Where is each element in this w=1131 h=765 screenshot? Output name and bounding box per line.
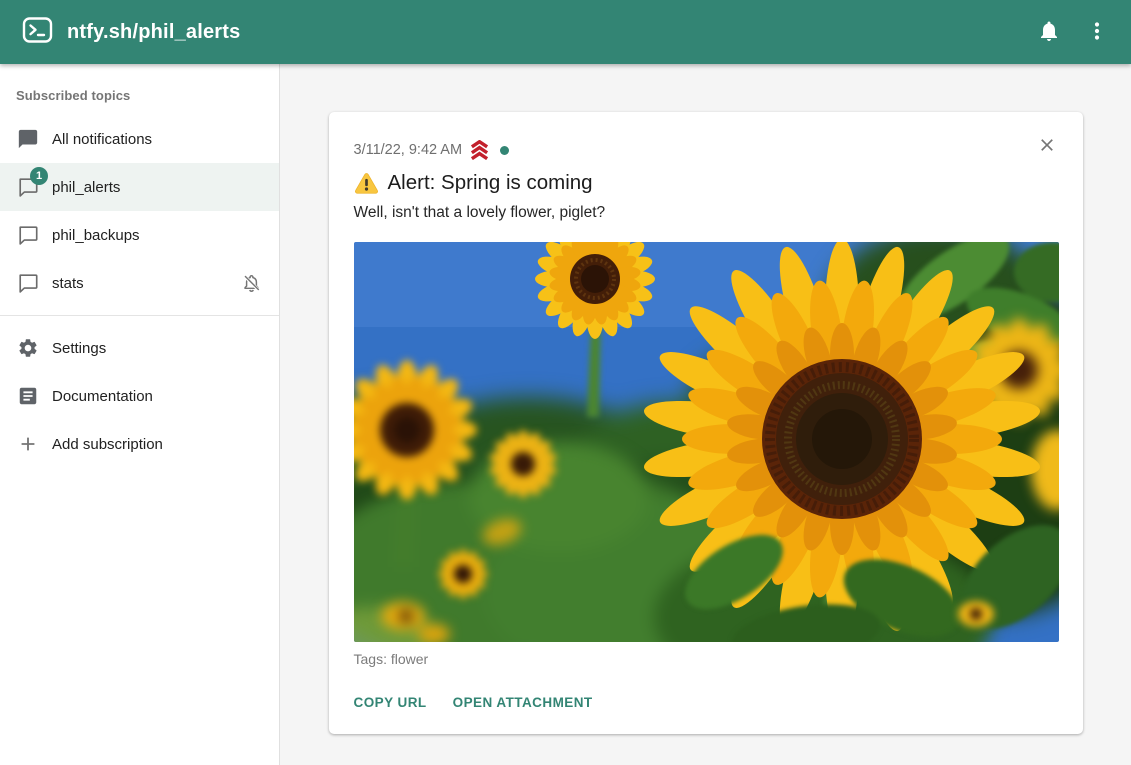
sidebar-item-phil-backups[interactable]: phil_backups xyxy=(0,211,279,259)
app-header-left: ntfy.sh/phil_alerts xyxy=(22,16,240,49)
warning-emoji xyxy=(354,172,379,195)
kebab-menu-icon xyxy=(1085,19,1109,46)
notification-card: 3/11/22, 9:42 AM xyxy=(329,112,1083,734)
sidebar-item-label: phil_backups xyxy=(52,227,263,244)
sidebar-item-phil-alerts[interactable]: 1 phil_alerts xyxy=(0,163,279,211)
chat-bubble-outline-icon xyxy=(16,223,40,247)
sidebar-item-documentation[interactable]: Documentation xyxy=(0,372,279,420)
app-shell: Subscribed topics All notifications 1 ph… xyxy=(0,64,1131,765)
copy-url-button[interactable]: COPY URL xyxy=(354,691,427,714)
article-icon xyxy=(16,384,40,408)
plus-icon xyxy=(16,432,40,456)
ntfy-app: ntfy.sh/phil_alerts Subscri xyxy=(0,0,1131,765)
sidebar-item-all-notifications[interactable]: All notifications xyxy=(0,115,279,163)
unread-count-badge: 1 xyxy=(30,167,48,185)
notifications-icon xyxy=(1037,19,1061,46)
attachment-image[interactable] xyxy=(354,242,1059,642)
app-title: ntfy.sh/phil_alerts xyxy=(67,21,240,44)
sidebar-item-add-subscription[interactable]: Add subscription xyxy=(0,420,279,468)
sidebar-item-label: Documentation xyxy=(52,388,263,405)
close-icon xyxy=(1037,135,1057,158)
notifications-button[interactable] xyxy=(1025,8,1073,56)
sidebar-item-label: Settings xyxy=(52,340,263,357)
terminal-icon xyxy=(22,16,53,49)
unread-dot xyxy=(500,146,509,155)
open-attachment-button[interactable]: OPEN ATTACHMENT xyxy=(453,691,593,714)
sidebar-item-stats[interactable]: stats xyxy=(0,259,279,307)
priority-max-icon xyxy=(469,140,490,160)
main-content: 3/11/22, 9:42 AM xyxy=(280,64,1131,765)
sidebar-item-label: stats xyxy=(52,275,227,292)
chat-bubble-outline-icon xyxy=(16,271,40,295)
sidebar-item-label: Add subscription xyxy=(52,436,263,453)
subscribed-topics-caption: Subscribed topics xyxy=(0,72,279,115)
sidebar-divider xyxy=(0,315,279,316)
notification-actions: COPY URL OPEN ATTACHMENT xyxy=(354,691,1059,714)
notification-tags: Tags: flower xyxy=(354,651,1059,667)
notification-title: Alert: Spring is coming xyxy=(388,169,593,197)
notification-timestamp: 3/11/22, 9:42 AM xyxy=(354,142,463,158)
sidebar: Subscribed topics All notifications 1 ph… xyxy=(0,64,280,765)
notification-title-row: Alert: Spring is coming xyxy=(354,169,1059,197)
app-header: ntfy.sh/phil_alerts xyxy=(0,0,1131,64)
notification-body: Well, isn't that a lovely flower, piglet… xyxy=(354,202,1059,223)
notification-meta-row: 3/11/22, 9:42 AM xyxy=(354,140,1059,160)
notifications-off-icon xyxy=(239,271,263,295)
close-notification-button[interactable] xyxy=(1027,126,1067,166)
sidebar-item-label: All notifications xyxy=(52,131,263,148)
app-header-right xyxy=(1025,8,1121,56)
sidebar-item-label: phil_alerts xyxy=(52,179,263,196)
chat-bubble-filled-icon xyxy=(16,127,40,151)
sidebar-item-settings[interactable]: Settings xyxy=(0,324,279,372)
chat-bubble-outline-icon: 1 xyxy=(16,175,40,199)
overflow-menu-button[interactable] xyxy=(1073,8,1121,56)
settings-gear-icon xyxy=(16,336,40,360)
